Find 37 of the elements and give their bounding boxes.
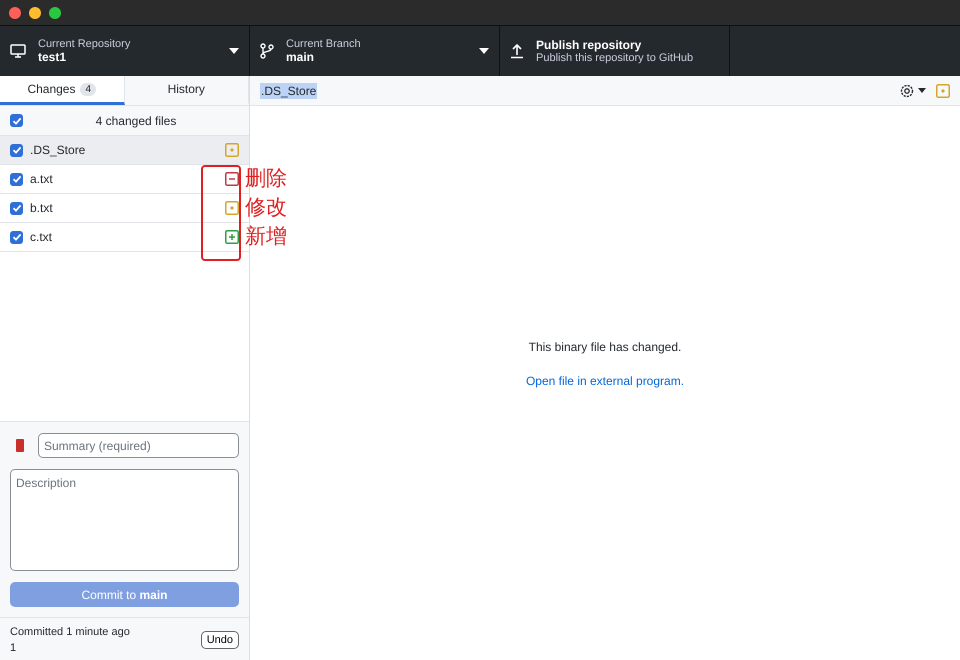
file-name: c.txt xyxy=(30,230,54,244)
toolbar-label: Current Repository xyxy=(38,38,132,50)
toolbar-label: Current Branch xyxy=(286,38,362,50)
checkbox[interactable] xyxy=(10,202,23,214)
monitor-icon xyxy=(10,43,26,59)
close-button[interactable] xyxy=(9,6,21,18)
toolbar-label: Publish repository xyxy=(536,38,642,52)
toolbar-value: Publish this repository to GitHub xyxy=(536,52,694,64)
checkbox[interactable] xyxy=(10,230,23,244)
file-path: .DS_Store xyxy=(260,82,318,98)
count-badge: 4 xyxy=(80,82,96,96)
checkbox[interactable] xyxy=(10,114,23,127)
tab[interactable]: Changes 4 xyxy=(0,76,124,105)
last-commit-time: Committed 1 minute ago xyxy=(10,626,131,638)
undo-button[interactable]: Undo xyxy=(200,630,239,648)
upload-icon xyxy=(510,43,524,59)
minimize-button[interactable] xyxy=(29,6,41,18)
caret-icon[interactable] xyxy=(918,88,926,93)
avatar-icon xyxy=(16,439,24,452)
binary-file-message: This binary file has changed. xyxy=(528,340,682,354)
zoom-button[interactable] xyxy=(49,6,61,18)
tab[interactable]: History xyxy=(124,76,249,105)
file-name: a.txt xyxy=(30,172,54,186)
caret-icon xyxy=(479,48,489,54)
caret-icon xyxy=(229,48,239,54)
settings-icon[interactable] xyxy=(899,82,915,98)
file-name: .DS_Store xyxy=(30,143,86,157)
toolbar-value: main xyxy=(286,50,316,64)
checkbox[interactable] xyxy=(10,172,23,186)
open-external-link[interactable]: Open file in external program. xyxy=(526,374,684,388)
branch-icon xyxy=(260,43,274,59)
last-commit-message: 1 xyxy=(10,642,18,654)
toolbar-value: test1 xyxy=(38,50,68,64)
file-name: b.txt xyxy=(30,201,54,215)
changed-files-count: 4 changed files xyxy=(94,114,178,128)
file-row[interactable]: .DS_Store xyxy=(0,136,249,165)
checkbox[interactable] xyxy=(10,144,23,156)
